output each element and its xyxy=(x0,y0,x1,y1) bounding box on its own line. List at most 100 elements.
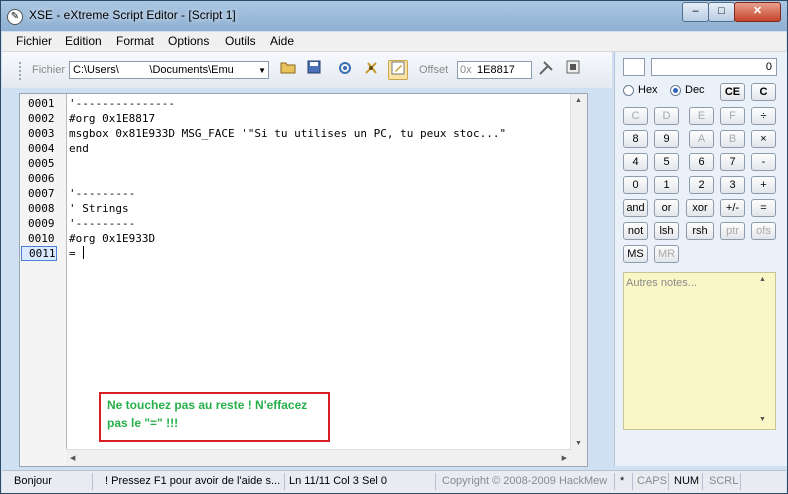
menu-fichier[interactable]: Fichier xyxy=(16,34,52,48)
file-label: Fichier xyxy=(32,64,66,76)
key-multiply[interactable]: × xyxy=(751,130,776,148)
toolbar: Fichier C:\Users\ \Documents\Emu ▼ Offse… xyxy=(2,52,612,88)
key-8[interactable]: 8 xyxy=(623,130,648,148)
tools-icon[interactable] xyxy=(536,60,556,80)
dec-radio[interactable] xyxy=(670,85,681,96)
title-bar[interactable]: ✎ XSE - eXtreme Script Editor - [Script … xyxy=(1,1,787,31)
status-hint: ! Pressez F1 pour avoir de l'aide s... xyxy=(105,475,281,487)
status-position: Ln 11/11 Col 3 Sel 0 xyxy=(289,475,388,487)
menu-outils[interactable]: Outils xyxy=(225,34,256,48)
script-app-icon[interactable]: ✎ xyxy=(7,9,23,25)
maximize-button[interactable]: □ xyxy=(708,2,735,22)
file-path-combo[interactable]: C:\Users\ \Documents\Emu ▼ xyxy=(69,61,269,79)
file-path-text: C:\Users\ \Documents\Emu xyxy=(73,64,234,76)
key-lsh[interactable]: lsh xyxy=(654,222,679,240)
close-button[interactable]: ✕ xyxy=(734,2,781,22)
key-2[interactable]: 2 xyxy=(689,176,714,194)
code-line[interactable]: end xyxy=(69,141,89,156)
vertical-scrollbar[interactable]: ▲ ▼ xyxy=(570,94,587,450)
key-xor[interactable]: xor xyxy=(686,199,714,217)
status-divider xyxy=(632,473,633,490)
annotation-line-1: Ne touchez pas au reste ! N'effacez xyxy=(107,398,308,412)
code-line[interactable]: '--------- xyxy=(69,216,135,231)
scroll-down-icon[interactable]: ▼ xyxy=(575,440,582,447)
code-line[interactable]: #org 0x1E8817 xyxy=(69,111,155,126)
key-not[interactable]: not xyxy=(623,222,648,240)
key-minus[interactable]: - xyxy=(751,153,776,171)
debug-icon[interactable] xyxy=(361,60,381,80)
minimize-button[interactable]: – xyxy=(682,2,709,22)
notes-textarea[interactable]: Autres notes... xyxy=(623,272,776,430)
scroll-corner xyxy=(571,450,587,466)
key-hex-c: C xyxy=(623,107,648,125)
key-plus[interactable]: + xyxy=(751,176,776,194)
code-line[interactable]: ' Strings xyxy=(69,201,129,216)
open-folder-icon[interactable] xyxy=(278,60,298,80)
horizontal-scrollbar[interactable]: ◀ ▶ xyxy=(66,449,571,466)
key-6[interactable]: 6 xyxy=(689,153,714,171)
offset-label: Offset xyxy=(419,64,449,76)
code-line[interactable]: #org 0x1E933D xyxy=(69,231,155,246)
hex-radio-label[interactable]: Hex xyxy=(638,84,658,96)
status-scrl: SCRL xyxy=(709,475,739,487)
offset-input[interactable]: 0x 1E8817 xyxy=(457,61,532,79)
status-divider xyxy=(284,473,285,490)
key-1[interactable]: 1 xyxy=(654,176,679,194)
scroll-right-icon[interactable]: ▶ xyxy=(562,454,567,462)
key-7[interactable]: 7 xyxy=(720,153,745,171)
menu-options[interactable]: Options xyxy=(168,34,209,48)
key-ms[interactable]: MS xyxy=(623,245,648,263)
dec-radio-label[interactable]: Dec xyxy=(685,84,705,96)
key-negate[interactable]: +/- xyxy=(720,199,745,217)
scroll-up-icon[interactable]: ▲ xyxy=(575,97,582,104)
key-ce[interactable]: CE xyxy=(720,83,745,101)
save-icon[interactable] xyxy=(304,60,324,80)
status-divider xyxy=(435,473,436,490)
code-line-current[interactable]: = xyxy=(69,246,82,261)
status-divider xyxy=(614,473,615,490)
app-window: ✎ XSE - eXtreme Script Editor - [Script … xyxy=(0,0,788,494)
key-and[interactable]: and xyxy=(623,199,648,217)
key-equals[interactable]: = xyxy=(751,199,776,217)
chevron-down-icon[interactable]: ▼ xyxy=(258,66,266,75)
key-4[interactable]: 4 xyxy=(623,153,648,171)
annotation-box: Ne touchez pas au reste ! N'effacez pas … xyxy=(99,392,330,442)
annotation-line-2: pas le "=" !!! xyxy=(107,416,179,430)
key-9[interactable]: 9 xyxy=(654,130,679,148)
menu-format[interactable]: Format xyxy=(116,34,154,48)
key-hex-a: A xyxy=(689,130,714,148)
edit-script-icon[interactable] xyxy=(388,60,408,80)
line-number: 0008 xyxy=(28,202,55,215)
status-divider xyxy=(92,473,93,490)
key-0[interactable]: 0 xyxy=(623,176,648,194)
compile-icon[interactable] xyxy=(335,60,355,80)
text-caret xyxy=(83,246,84,259)
offset-value: 1E8817 xyxy=(477,64,515,76)
scroll-left-icon[interactable]: ◀ xyxy=(70,454,75,462)
key-divide[interactable]: ÷ xyxy=(751,107,776,125)
menu-edition[interactable]: Edition xyxy=(65,34,102,48)
key-c[interactable]: C xyxy=(751,83,776,101)
key-hex-f: F xyxy=(720,107,745,125)
key-mr: MR xyxy=(654,245,679,263)
script-editor[interactable]: 0001 0002 0003 0004 0005 0006 0007 0008 … xyxy=(19,93,588,467)
notes-scroll-down-icon[interactable]: ▼ xyxy=(759,416,766,423)
key-or[interactable]: or xyxy=(654,199,679,217)
key-3[interactable]: 3 xyxy=(720,176,745,194)
code-line[interactable]: '--------------- xyxy=(69,96,175,111)
hex-radio[interactable] xyxy=(623,85,634,96)
notes-scroll-up-icon[interactable]: ▲ xyxy=(759,276,766,283)
code-line[interactable]: msgbox 0x81E933D MSG_FACE '"Si tu utilis… xyxy=(69,126,506,141)
menu-aide[interactable]: Aide xyxy=(270,34,294,48)
key-ptr: ptr xyxy=(720,222,745,240)
toolbar-grip[interactable] xyxy=(19,62,24,80)
calculator-display: 0 xyxy=(651,58,777,76)
insert-icon[interactable] xyxy=(563,60,583,80)
key-rsh[interactable]: rsh xyxy=(686,222,714,240)
key-5[interactable]: 5 xyxy=(654,153,679,171)
line-number-gutter: 0001 0002 0003 0004 0005 0006 0007 0008 … xyxy=(20,94,67,466)
status-modified: * xyxy=(620,475,625,487)
line-number: 0002 xyxy=(28,112,55,125)
line-number: 0003 xyxy=(28,127,55,140)
code-line[interactable]: '--------- xyxy=(69,186,135,201)
